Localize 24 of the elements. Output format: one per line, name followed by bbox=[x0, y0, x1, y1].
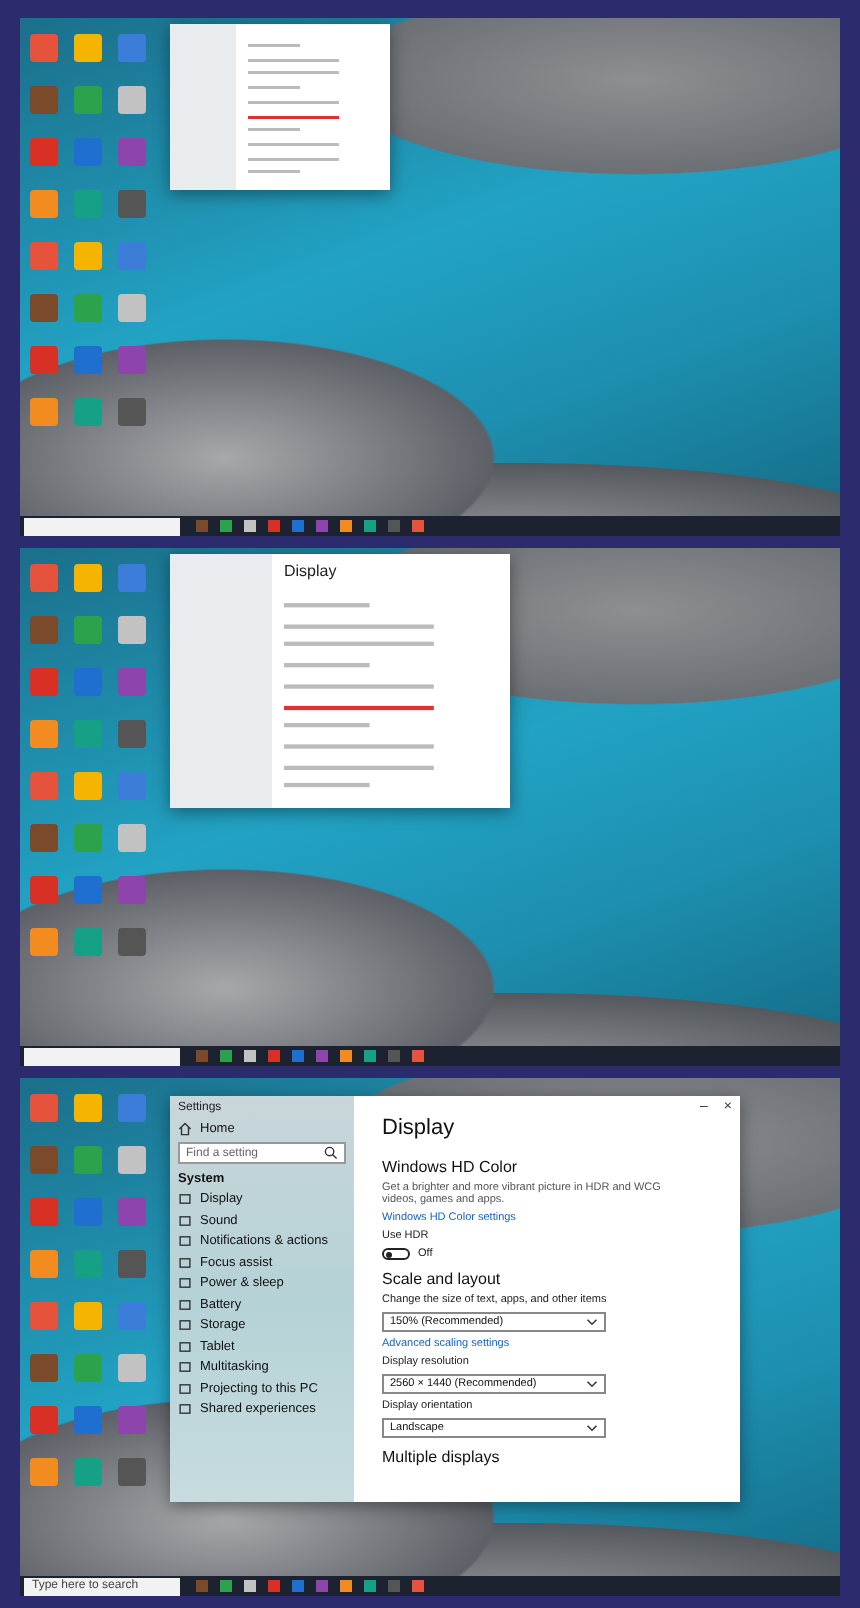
home-icon bbox=[178, 1121, 192, 1135]
section-heading: Windows HD Color bbox=[382, 1158, 520, 1176]
chevron-icon bbox=[586, 1318, 598, 1326]
square-icon bbox=[178, 1381, 192, 1395]
square-icon bbox=[178, 1192, 192, 1206]
chevron-icon bbox=[586, 1424, 598, 1432]
square-icon bbox=[178, 1213, 192, 1227]
search-icon bbox=[324, 1146, 338, 1160]
square-icon bbox=[178, 1234, 192, 1248]
square-icon bbox=[178, 1360, 192, 1374]
square-icon bbox=[178, 1276, 192, 1290]
square-icon bbox=[178, 1339, 192, 1353]
square-icon bbox=[178, 1402, 192, 1416]
square-icon bbox=[178, 1297, 192, 1311]
section-heading: Scale and layout bbox=[382, 1270, 503, 1288]
square-icon bbox=[178, 1318, 192, 1332]
hdr-toggle[interactable] bbox=[382, 1248, 410, 1260]
taskbar-search-field[interactable] bbox=[24, 1047, 180, 1065]
square-icon bbox=[178, 1255, 192, 1269]
page-title: Display bbox=[382, 1116, 457, 1140]
chevron-icon bbox=[586, 1380, 598, 1388]
section-heading: Multiple displays bbox=[382, 1448, 502, 1466]
taskbar-search-field[interactable] bbox=[24, 517, 180, 535]
page-title: Display bbox=[284, 562, 339, 580]
